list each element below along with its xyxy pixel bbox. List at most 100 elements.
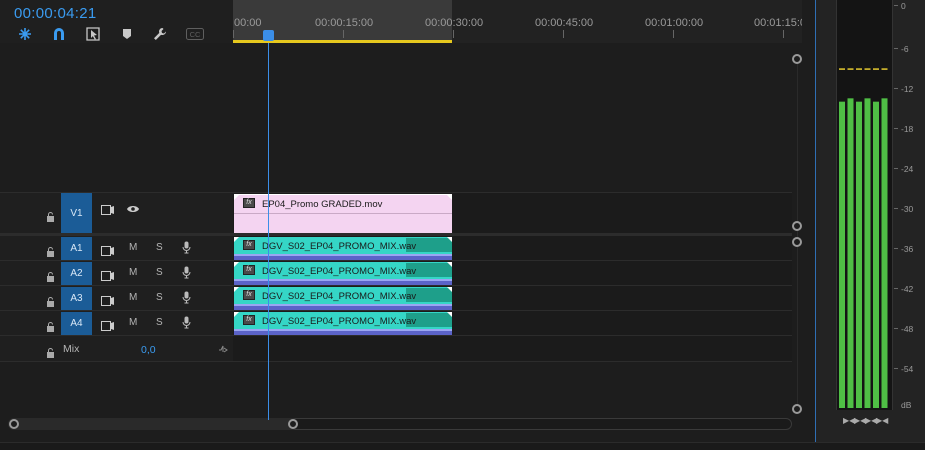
audio-scroll-bottom-handle[interactable] <box>792 404 802 414</box>
clip-name: DGV_S02_EP04_PROMO_MIX.wav <box>262 266 417 277</box>
track-target-a3[interactable]: A3 <box>61 287 92 310</box>
track-divider <box>0 285 792 286</box>
solo-button[interactable]: S <box>156 317 163 328</box>
clip-start-marker <box>234 195 239 200</box>
captions-icon[interactable]: CC <box>186 26 204 42</box>
lock-icon[interactable] <box>46 269 55 282</box>
ruler-tick <box>453 30 454 38</box>
marker-select-icon[interactable] <box>85 26 101 42</box>
clip-keyframe-line[interactable] <box>234 213 452 214</box>
audio-clip[interactable]: fx DGV_S02_EP04_PROMO_MIX.wav <box>234 312 452 335</box>
track-target-a1[interactable]: A1 <box>61 237 92 260</box>
sync-lock-icon[interactable] <box>101 293 115 306</box>
clip-end-marker <box>447 237 452 242</box>
ruler-tick <box>783 30 784 38</box>
meter-channel-bar <box>873 101 879 409</box>
solo-button[interactable]: S <box>156 242 163 253</box>
clip-volume-band[interactable] <box>234 279 452 285</box>
horizontal-scroll-thumb[interactable] <box>8 418 298 430</box>
video-scroll-bottom-handle[interactable] <box>792 221 802 231</box>
track-target-a4[interactable]: A4 <box>61 312 92 335</box>
fx-badge[interactable]: fx <box>243 240 255 250</box>
wrench-icon[interactable] <box>152 26 168 42</box>
vertical-scrollbar[interactable] <box>797 58 798 410</box>
audio-scroll-top-handle[interactable] <box>792 237 802 247</box>
clip-name: DGV_S02_EP04_PROMO_MIX.wav <box>262 291 417 302</box>
time-ruler[interactable]: 00:00 00:00:15:00 00:00:30:00 00:00:45:0… <box>233 0 802 43</box>
lock-icon[interactable] <box>46 244 55 257</box>
solo-channel-icon[interactable]: ▶◀ <box>854 416 866 426</box>
sync-lock-icon[interactable] <box>101 318 115 331</box>
sync-lock-icon[interactable] <box>101 243 115 256</box>
lock-icon[interactable] <box>46 209 55 222</box>
meter-peak-marker <box>873 68 879 70</box>
empty-track-space <box>0 43 233 193</box>
track-target-a2[interactable]: A2 <box>61 262 92 285</box>
mute-button[interactable]: M <box>129 242 137 253</box>
fx-badge[interactable]: fx <box>243 315 255 325</box>
magnet-icon[interactable] <box>51 26 67 42</box>
meter-scale-label: 0 <box>901 1 906 11</box>
track-area: V1 A1 M S A2 M S A3 M S A4 M S Mix 0,0 f… <box>0 43 802 418</box>
audio-meter-panel: 0 -6 -12 -18 -24 -30 -36 -42 -48 -54 dB … <box>820 0 925 442</box>
meter-peak-marker <box>864 68 871 70</box>
track-target-v1[interactable]: V1 <box>61 193 92 233</box>
lock-icon[interactable] <box>46 294 55 307</box>
fx-badge[interactable]: fx <box>243 290 255 300</box>
audio-clip[interactable]: fx DGV_S02_EP04_PROMO_MIX.wav <box>234 237 452 260</box>
add-marker-icon[interactable] <box>119 26 135 42</box>
video-scroll-top-handle[interactable] <box>792 54 802 64</box>
microphone-icon[interactable] <box>182 291 191 304</box>
meter-scale-label: -30 <box>901 204 914 214</box>
mute-button[interactable]: M <box>129 292 137 303</box>
clip-volume-band[interactable] <box>234 304 452 310</box>
playhead-handle[interactable] <box>263 30 274 41</box>
playhead-line[interactable] <box>268 43 269 420</box>
snap-linked-icon[interactable] <box>17 26 33 42</box>
video-clip[interactable]: fx EP04_Promo GRADED.mov <box>234 194 452 233</box>
meter-tick <box>894 328 898 329</box>
meter-channel-bar <box>881 98 888 408</box>
clip-start-marker <box>234 237 239 242</box>
fx-badge[interactable]: fx <box>243 198 255 208</box>
eye-icon[interactable] <box>126 201 140 212</box>
lock-icon[interactable] <box>46 319 55 332</box>
solo-button[interactable]: S <box>156 292 163 303</box>
zoom-handle-left[interactable] <box>9 419 19 429</box>
meter-peak-marker <box>839 68 845 70</box>
mix-volume-value[interactable]: 0,0 <box>141 344 156 356</box>
fx-badge[interactable]: fx <box>243 265 255 275</box>
sync-lock-icon[interactable] <box>101 268 115 281</box>
audio-clip[interactable]: fx DGV_S02_EP04_PROMO_MIX.wav <box>234 262 452 285</box>
solo-button[interactable]: S <box>156 267 163 278</box>
meter-channel-bar <box>864 98 871 408</box>
sync-lock-icon[interactable] <box>101 202 115 215</box>
clip-volume-band[interactable] <box>234 329 452 335</box>
lock-icon[interactable] <box>46 345 55 358</box>
zoom-handle-right[interactable] <box>288 419 298 429</box>
audio-clip[interactable]: fx DGV_S02_EP04_PROMO_MIX.wav <box>234 287 452 310</box>
playhead-timecode[interactable]: 00:00:04:21 <box>14 5 97 22</box>
mute-button[interactable]: M <box>129 317 137 328</box>
track-divider <box>0 260 792 261</box>
clip-volume-band[interactable] <box>234 254 452 260</box>
meter-scale-label: -6 <box>901 44 909 54</box>
meter-channel-bar <box>856 101 862 409</box>
meter-channel-bar <box>839 101 845 409</box>
ruler-label: 00:00:15:00 <box>315 17 374 29</box>
solo-channel-icon[interactable]: ▶◀ <box>843 416 855 426</box>
meter-scale-label: -24 <box>901 164 914 174</box>
microphone-icon[interactable] <box>182 316 191 329</box>
clip-end-marker <box>447 262 452 267</box>
panel-bottom-edge <box>0 442 925 450</box>
clip-name: EP04_Promo GRADED.mov <box>262 199 383 210</box>
ruler-label: 00:00:30:00 <box>425 17 484 29</box>
meter-scale-label: -42 <box>901 284 914 294</box>
solo-channel-icon[interactable]: ▶◀ <box>865 416 877 426</box>
microphone-icon[interactable] <box>182 266 191 279</box>
mute-button[interactable]: M <box>129 267 137 278</box>
mix-output-icon[interactable] <box>218 340 228 358</box>
microphone-icon[interactable] <box>182 241 191 254</box>
svg-text:CC: CC <box>190 30 201 39</box>
solo-channel-icon[interactable]: ▶◀ <box>876 416 888 426</box>
